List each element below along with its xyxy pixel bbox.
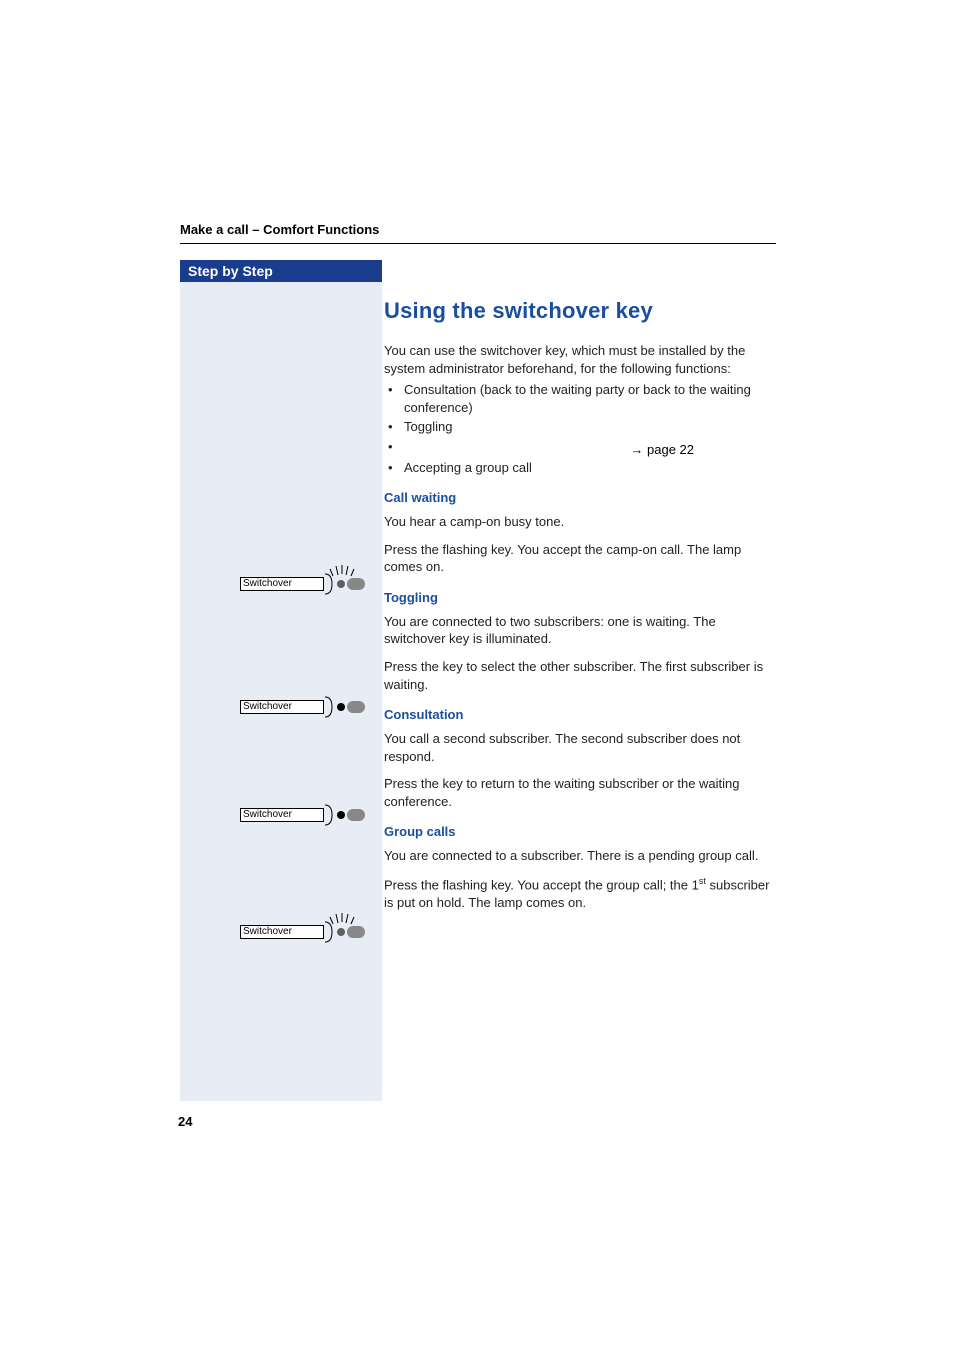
- bullet-list: Consultation (back to the waiting party …: [384, 381, 776, 436]
- list-item: Accepting a group call: [384, 459, 776, 477]
- main-content: Using the switchover key You can use the…: [384, 260, 776, 921]
- paragraph: Press the key to return to the waiting s…: [384, 775, 776, 810]
- sidebar-step-column: Step by Step Switchover Switchover: [180, 260, 382, 1101]
- key-bracket-icon: [324, 572, 336, 596]
- subsection-heading: Consultation: [384, 707, 776, 722]
- paragraph: You call a second subscriber. The second…: [384, 730, 776, 765]
- led-icon: [337, 928, 345, 936]
- led-icon: [337, 703, 345, 711]
- key-bracket-icon: [324, 695, 336, 719]
- key-label: Switchover: [240, 808, 324, 822]
- led-icon: [337, 811, 345, 819]
- intro-paragraph: You can use the switchover key, which mu…: [384, 342, 776, 377]
- key-button-icon: [347, 578, 365, 590]
- paragraph-part: Press the flashing key. You accept the g…: [384, 877, 699, 892]
- section-heading: Using the switchover key: [384, 298, 776, 324]
- bullet-list: Accepting a group call: [384, 459, 776, 477]
- header-rule: [180, 243, 776, 244]
- sidebar-tab-label: Step by Step: [180, 260, 382, 282]
- key-button-icon: [347, 926, 365, 938]
- paragraph: Press the key to select the other subscr…: [384, 658, 776, 693]
- switchover-key-flashing-icon: Switchover: [240, 918, 364, 942]
- subsection-heading: Group calls: [384, 824, 776, 839]
- subsection-heading: Toggling: [384, 590, 776, 605]
- list-item: Consultation (back to the waiting party …: [384, 381, 776, 416]
- subsection-heading: Call waiting: [384, 490, 776, 505]
- key-button-icon: [347, 809, 365, 821]
- paragraph: Press the flashing key. You accept the g…: [384, 875, 776, 911]
- paragraph: You hear a camp-on busy tone.: [384, 513, 776, 531]
- arrow-icon: →: [630, 442, 643, 457]
- key-label: Switchover: [240, 925, 324, 939]
- paragraph: You are connected to a subscriber. There…: [384, 847, 776, 865]
- key-label: Switchover: [240, 577, 324, 591]
- switchover-key-lit-icon: Switchover: [240, 693, 364, 717]
- key-bracket-icon: [324, 803, 336, 827]
- key-bracket-icon: [324, 920, 336, 944]
- switchover-key-flashing-icon: Switchover: [240, 570, 364, 594]
- paragraph: Press the flashing key. You accept the c…: [384, 541, 776, 576]
- page-ref-text: page 22: [647, 442, 694, 457]
- switchover-key-lit-icon: Switchover: [240, 801, 364, 825]
- paragraph: You are connected to two subscribers: on…: [384, 613, 776, 648]
- superscript: st: [699, 876, 706, 886]
- list-item: Toggling: [384, 418, 776, 436]
- page-cross-reference: → page 22: [384, 442, 776, 457]
- document-page: Make a call – Comfort Functions Step by …: [0, 0, 954, 1351]
- led-icon: [337, 580, 345, 588]
- key-button-icon: [347, 701, 365, 713]
- page-number: 24: [178, 1114, 192, 1129]
- running-header: Make a call – Comfort Functions: [180, 222, 379, 237]
- key-label: Switchover: [240, 700, 324, 714]
